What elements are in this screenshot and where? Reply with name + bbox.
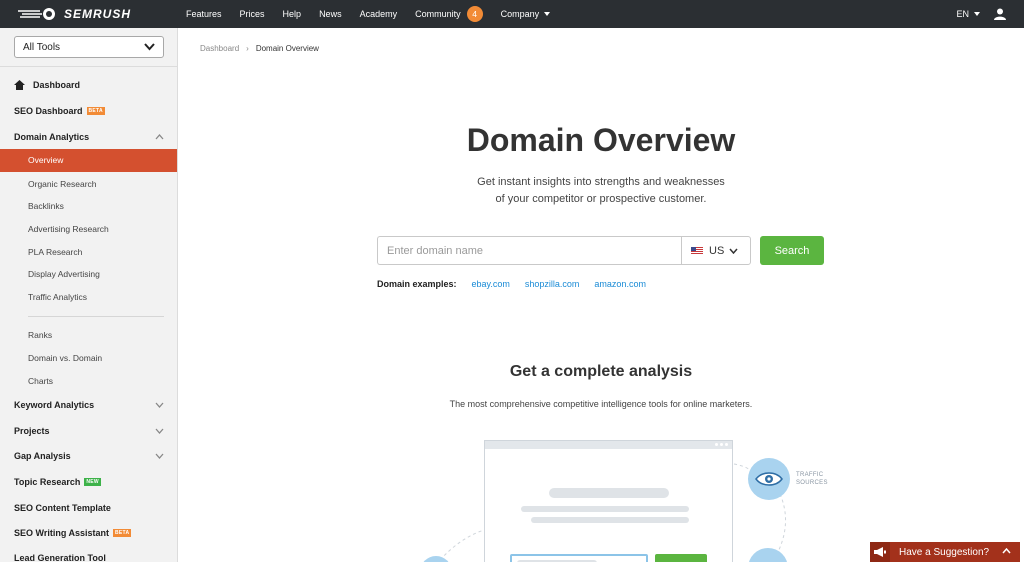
sidebar-item-seo-content-template[interactable]: SEO Content Template: [14, 503, 111, 513]
chevron-down-icon: [729, 248, 738, 254]
sidebar-item-lead-generation-tool[interactable]: Lead Generation Tool: [14, 553, 106, 562]
tools-select-value: All Tools: [23, 41, 61, 53]
sidebar-item-overview[interactable]: Overview: [0, 149, 177, 172]
caret-down-icon: [544, 12, 551, 16]
sidebar-item-domain-vs-domain[interactable]: Domain vs. Domain: [28, 353, 102, 363]
sidebar-item-label: SEO Dashboard: [14, 106, 83, 116]
beta-tag: BETA: [86, 107, 105, 115]
nav-features[interactable]: Features: [186, 9, 222, 19]
sidebar-item-label: Keyword Analytics: [14, 400, 95, 410]
breadcrumb-current: Domain Overview: [255, 44, 319, 53]
sidebar-item-label: Gap Analysis: [14, 451, 71, 461]
sidebar-item-label: Overview: [28, 155, 64, 165]
home-icon: [14, 80, 25, 90]
us-flag-icon: [691, 246, 703, 255]
nav-right: EN: [956, 0, 1006, 28]
section-subtitle: The most comprehensive competitive intel…: [449, 399, 753, 409]
chevron-down-icon: [144, 43, 155, 51]
suggestion-button[interactable]: Have a Suggestion?: [870, 542, 1020, 562]
domain-input[interactable]: [377, 236, 681, 265]
sidebar-item-label: Projects: [14, 426, 50, 436]
nav-academy[interactable]: Academy: [360, 9, 398, 19]
top-nav: SEMRUSH Features Prices Help News Academ…: [0, 0, 1024, 28]
sidebar-item-domain-analytics[interactable]: Domain Analytics: [14, 132, 164, 142]
beta-tag: BETA: [113, 529, 132, 537]
page-subtitle: Get instant insights into strengths and …: [178, 174, 1024, 208]
sidebar-item-backlinks[interactable]: Backlinks: [28, 201, 64, 211]
chevron-down-icon: [155, 402, 164, 408]
sidebar-item-gap-analysis[interactable]: Gap Analysis: [14, 451, 164, 461]
caret-down-icon: [974, 12, 980, 16]
chevron-right-icon: ›: [246, 44, 249, 53]
subtitle-line-2: of your competitor or prospective custom…: [495, 193, 707, 205]
user-icon[interactable]: [994, 8, 1006, 20]
domain-search-form: US: [377, 236, 751, 265]
sidebar-item-display-advertising[interactable]: Display Advertising: [28, 269, 100, 279]
sidebar-item-seo-writing-assistant[interactable]: SEO Writing Assistant BETA: [14, 528, 132, 538]
nav-prices[interactable]: Prices: [240, 9, 265, 19]
traffic-sources-label: TRAFFIC SOURCES: [796, 472, 828, 486]
sidebar-item-organic-research[interactable]: Organic Research: [28, 179, 97, 189]
semrush-logo[interactable]: SEMRUSH: [16, 0, 176, 28]
sidebar-item-keyword-analytics[interactable]: Keyword Analytics: [14, 400, 164, 410]
nav-news[interactable]: News: [319, 9, 342, 19]
chevron-up-icon: [155, 134, 164, 140]
chevron-down-icon: [155, 453, 164, 459]
browser-mockup: [484, 440, 733, 562]
nav-help[interactable]: Help: [283, 9, 302, 19]
sidebar-item-projects[interactable]: Projects: [14, 426, 164, 436]
sidebar-item-topic-research[interactable]: Topic Research NEW: [14, 477, 101, 487]
analysis-illustration: TRAFFIC SOURCES: [400, 430, 860, 562]
sidebar-item-label: Lead Generation Tool: [14, 553, 106, 562]
subtitle-line-1: Get instant insights into strengths and …: [477, 176, 725, 188]
example-link-ebay[interactable]: ebay.com: [472, 279, 510, 289]
sidebar-item-dashboard[interactable]: Dashboard: [14, 80, 80, 90]
community-badge: 4: [466, 6, 483, 22]
new-tag: NEW: [84, 478, 101, 486]
sidebar-divider: [0, 66, 177, 67]
example-link-shopzilla[interactable]: shopzilla.com: [525, 279, 580, 289]
sidebar-item-label: SEO Writing Assistant: [14, 528, 110, 538]
example-link-amazon[interactable]: amazon.com: [594, 279, 646, 289]
fireball-icon: [18, 8, 55, 20]
nav-community-label: Community: [415, 9, 461, 19]
sidebar-item-label: Domain Analytics: [14, 132, 90, 142]
sidebar-item-pla-research[interactable]: PLA Research: [28, 247, 82, 257]
sidebar-item-label: Dashboard: [33, 80, 81, 90]
sidebar-item-advertising-research[interactable]: Advertising Research: [28, 224, 109, 234]
chevron-down-icon: [155, 428, 164, 434]
domain-examples: Domain examples: ebay.com shopzilla.com …: [377, 279, 661, 289]
sidebar-item-ranks[interactable]: Ranks: [28, 330, 52, 340]
traffic-sources-circle: [748, 458, 790, 500]
section-title: Get a complete analysis: [509, 363, 693, 380]
language-label: EN: [956, 9, 969, 19]
nav-community[interactable]: Community 4: [415, 6, 483, 22]
nav-company[interactable]: Company: [501, 9, 551, 19]
search-button[interactable]: Search: [760, 236, 824, 265]
country-select[interactable]: US: [681, 236, 751, 265]
breadcrumb: Dashboard › Domain Overview: [200, 44, 319, 53]
sidebar-item-charts[interactable]: Charts: [28, 376, 53, 386]
page-title: Domain Overview: [466, 122, 736, 158]
sidebar-item-label: Topic Research: [14, 477, 81, 487]
sidebar-separator: [28, 316, 164, 317]
tools-select[interactable]: All Tools: [14, 36, 164, 58]
breadcrumb-root[interactable]: Dashboard: [200, 44, 239, 53]
megaphone-icon: [870, 542, 890, 562]
chevron-up-icon: [1002, 548, 1011, 554]
eye-icon: [755, 472, 783, 486]
sidebar: All Tools Dashboard SEO Dashboard BETA D…: [0, 28, 178, 562]
suggestion-label: Have a Suggestion?: [899, 546, 990, 558]
country-value: US: [709, 244, 725, 257]
sidebar-item-seo-dashboard[interactable]: SEO Dashboard BETA: [14, 106, 105, 116]
sidebar-item-label: SEO Content Template: [14, 503, 111, 513]
examples-label: Domain examples:: [377, 279, 457, 289]
brand-name: SEMRUSH: [64, 7, 132, 21]
nav-items: Features Prices Help News Academy Commun…: [186, 0, 568, 28]
language-selector[interactable]: EN: [956, 9, 980, 19]
nav-company-label: Company: [500, 9, 540, 19]
sidebar-item-traffic-analytics[interactable]: Traffic Analytics: [28, 292, 87, 302]
